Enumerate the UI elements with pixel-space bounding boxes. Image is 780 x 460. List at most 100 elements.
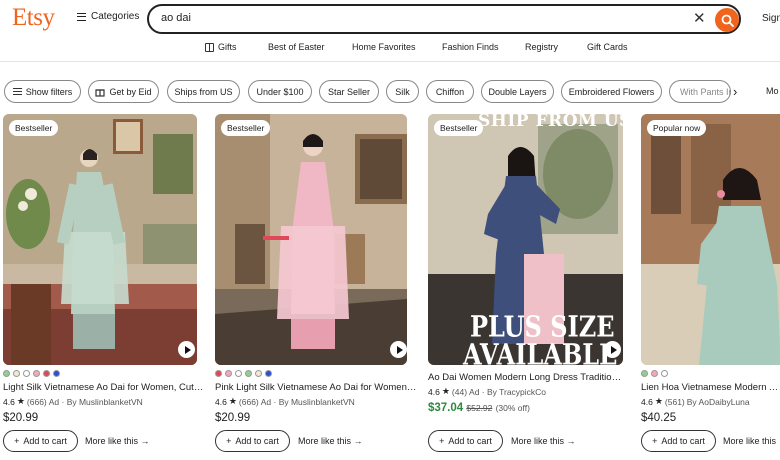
listing-title[interactable]: Lien Hoa Vietnamese Modern Ao ... (641, 382, 780, 393)
categories-button[interactable]: Categories (77, 11, 139, 22)
gift-icon (205, 42, 214, 52)
add-to-cart-button[interactable]: + Add to cart (3, 430, 78, 452)
filter-bar: Show filters Get by Eid Ships from US Un… (0, 80, 780, 103)
listing-photo[interactable]: Bestseller (215, 114, 407, 365)
listing-image (215, 114, 407, 365)
etsy-logo[interactable]: Etsy (12, 4, 55, 32)
swatch[interactable] (23, 370, 30, 377)
bestseller-badge: Bestseller (221, 120, 271, 136)
plus-icon: + (226, 436, 232, 446)
filter-chip-label: Get by Eid (109, 86, 152, 97)
price: $40.25 (641, 412, 677, 424)
add-to-cart-label: Add to cart (23, 436, 67, 446)
nav-divider (0, 61, 780, 62)
swatch[interactable] (3, 370, 10, 377)
listing-title[interactable]: Light Silk Vietnamese Ao Dai for Women, … (3, 382, 205, 393)
more-like-this-label: More like this (723, 436, 777, 446)
more-like-this-link[interactable]: More like this (723, 436, 776, 446)
categories-label: Categories (91, 11, 140, 22)
clear-icon[interactable]: ✕ (693, 11, 706, 27)
swatch[interactable] (651, 370, 658, 377)
show-filters-button[interactable]: Show filters (4, 80, 81, 103)
listing-photo[interactable]: Bestseller (3, 114, 197, 365)
search-icon (721, 14, 734, 27)
filter-chip-get-by-eid[interactable]: Get by Eid (88, 80, 159, 103)
review-count: (561) (664, 396, 685, 407)
swatch[interactable] (235, 370, 242, 377)
swatch[interactable] (53, 370, 60, 377)
filter-chip-double-layers[interactable]: Double Layers (481, 80, 554, 103)
arrow-right-icon: → (353, 436, 363, 446)
swatch[interactable] (245, 370, 252, 377)
ship-from-us-overlay: SHIP FROM US (478, 114, 623, 131)
star-icon: ★ (654, 396, 663, 406)
color-swatches (215, 370, 272, 377)
swatch[interactable] (265, 370, 272, 377)
available-overlay: AVAILABLE (463, 337, 618, 365)
filter-chip-embroidered-flowers[interactable]: Embroidered Flowers (561, 80, 662, 103)
nav-item-fashion-finds[interactable]: Fashion Finds (442, 42, 499, 52)
seller-name: By AoDaibyLuna (686, 396, 750, 407)
search-button[interactable] (715, 8, 739, 32)
swatch[interactable] (13, 370, 20, 377)
listing-title[interactable]: Ao Dai Women Modern Long Dress Tradition… (428, 372, 623, 383)
add-to-cart-button[interactable]: + Add to cart (215, 430, 290, 452)
play-icon[interactable] (390, 341, 407, 358)
nav-item-best-of-easter[interactable]: Best of Easter (268, 42, 325, 52)
seller-name: Ad · By MuslinblanketVN (48, 396, 143, 407)
search-input[interactable] (161, 12, 661, 24)
bestseller-badge: Bestseller (9, 120, 59, 136)
nav-item-gift-cards[interactable]: Gift Cards (587, 42, 628, 52)
rating-value: 4.6 (3, 396, 15, 407)
filter-icon (12, 88, 22, 95)
more-like-this-link[interactable]: More like this → (511, 436, 576, 446)
swatch[interactable] (33, 370, 40, 377)
filter-chip-with-pants[interactable]: With Pants In (669, 80, 731, 103)
swatch[interactable] (225, 370, 232, 377)
star-icon: ★ (441, 386, 450, 396)
plus-icon: + (652, 436, 658, 446)
gift-icon (95, 88, 106, 97)
play-icon[interactable] (604, 341, 621, 358)
nav-item-label: Gifts (218, 42, 237, 52)
arrow-right-icon: → (140, 436, 150, 446)
chevron-right-icon[interactable]: › (733, 84, 737, 99)
original-price: $52.92 (466, 403, 493, 413)
listing-photo[interactable]: Popular now (641, 114, 780, 365)
filter-chip-star-seller[interactable]: Star Seller (319, 80, 379, 103)
swatch[interactable] (661, 370, 668, 377)
show-filters-label: Show filters (25, 86, 73, 97)
filter-chip-ships-from-us[interactable]: Ships from US (167, 80, 240, 103)
bestseller-badge: Bestseller (434, 120, 484, 136)
more-like-this-label: More like this (298, 436, 352, 446)
swatch[interactable] (43, 370, 50, 377)
review-count: (44) (451, 386, 468, 397)
listing-photo[interactable]: Bestseller SHIP FROM US PLUS SIZE AVAILA… (428, 114, 623, 365)
add-to-cart-button[interactable]: + Add to cart (428, 430, 503, 452)
swatch[interactable] (255, 370, 262, 377)
star-icon: ★ (228, 396, 237, 406)
filter-chip-under-100[interactable]: Under $100 (248, 80, 312, 103)
play-icon[interactable] (178, 341, 195, 358)
nav-item-home-favorites[interactable]: Home Favorites (352, 42, 416, 52)
filter-chip-chiffon[interactable]: Chiffon (426, 80, 474, 103)
rating-value: 4.6 (215, 396, 227, 407)
swatch[interactable] (641, 370, 648, 377)
listing-title[interactable]: Pink Light Silk Vietnamese Ao Dai for Wo… (215, 382, 417, 393)
add-to-cart-label: Add to cart (448, 436, 492, 446)
more-like-this-link[interactable]: More like this → (85, 436, 150, 446)
signin-link[interactable]: Sign (762, 13, 780, 24)
filter-chip-silk[interactable]: Silk (386, 80, 419, 103)
review-count: (666) (238, 396, 259, 407)
arrow-right-icon: → (566, 436, 576, 446)
listing-image (3, 114, 197, 365)
popular-now-badge: Popular now (647, 120, 707, 136)
nav-item-registry[interactable]: Registry (525, 42, 558, 52)
nav-item-gifts[interactable]: Gifts (205, 42, 237, 52)
filter-chip-more[interactable]: Mo (766, 86, 779, 96)
more-like-this-link[interactable]: More like this → (298, 436, 363, 446)
rating-line: 4.6 ★ (561) By AoDaibyLuna (641, 396, 750, 407)
add-to-cart-button[interactable]: + Add to cart (641, 430, 716, 452)
swatch[interactable] (215, 370, 222, 377)
review-count: (666) (26, 396, 47, 407)
